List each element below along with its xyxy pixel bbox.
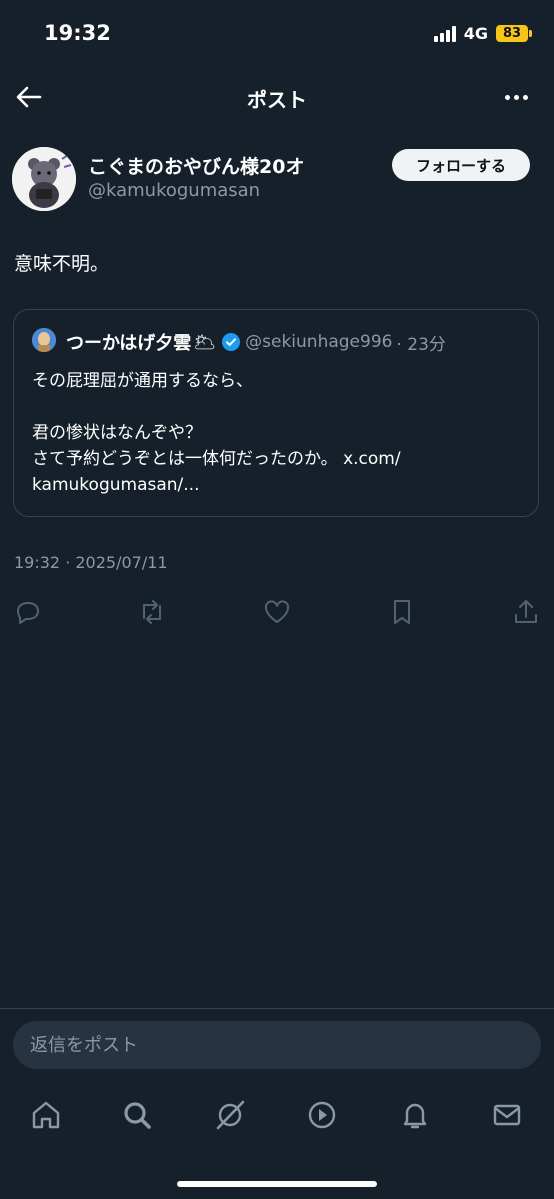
reply-icon[interactable] <box>13 597 43 627</box>
post-text: 意味不明。 <box>14 253 110 275</box>
repost-icon[interactable] <box>137 597 167 627</box>
quoted-text: その屁理屈が通用するなら、 君の惨状はなんぞや？ さて予約どうぞとは一体何だった… <box>32 368 522 498</box>
home-indicator <box>177 1181 377 1187</box>
quoted-line: さて予約どうぞとは一体何だったのか。 x.com/ <box>32 449 401 469</box>
divider <box>0 1008 554 1009</box>
like-icon[interactable] <box>262 597 292 627</box>
quoted-post[interactable]: つーかはげ夕雲 🌥 @sekiunhage996 · 23分 その屁理屈が通用す… <box>13 309 539 517</box>
user-handle[interactable]: @kamukogumasan <box>88 180 260 201</box>
network-label: 4G <box>463 24 488 43</box>
battery-level: 83 <box>496 25 528 42</box>
post-timestamp: 19:32 · 2025/07/11 <box>14 553 168 572</box>
quoted-time: · 23分 <box>396 334 446 355</box>
follow-button[interactable]: フォローする <box>392 149 530 181</box>
quoted-line: kamukogumasan/... <box>32 475 200 495</box>
search-icon[interactable] <box>120 1098 154 1132</box>
battery-icon: 83 <box>496 25 532 42</box>
weather-emoji: 🌥 <box>193 331 217 353</box>
more-options-icon[interactable] <box>505 95 528 100</box>
video-icon[interactable] <box>305 1098 339 1132</box>
bookmark-icon[interactable] <box>387 597 417 627</box>
status-indicators: 4G 83 <box>433 24 532 43</box>
quoted-avatar[interactable] <box>32 328 56 352</box>
quoted-line: 君の惨状はなんぞや？ <box>32 423 202 443</box>
messages-icon[interactable] <box>490 1098 524 1132</box>
quoted-header: つーかはげ夕雲 🌥 @sekiunhage996 · 23分 <box>66 329 446 355</box>
page-title: ポスト <box>247 88 307 112</box>
quoted-line <box>32 394 522 420</box>
home-icon[interactable] <box>29 1098 63 1132</box>
grok-icon[interactable] <box>213 1098 247 1132</box>
quoted-line: その屁理屈が通用するなら、 <box>32 371 253 391</box>
quoted-display-name[interactable]: つーかはげ夕雲 <box>66 329 191 355</box>
reply-input[interactable] <box>13 1021 541 1069</box>
verified-badge-icon <box>221 332 241 352</box>
avatar[interactable] <box>12 147 76 211</box>
display-name[interactable]: こぐまのおやびん様20オ <box>88 152 304 179</box>
share-icon[interactable] <box>511 597 541 627</box>
notifications-icon[interactable] <box>398 1098 432 1132</box>
status-time: 19:32 <box>44 21 111 45</box>
signal-icon <box>433 25 456 42</box>
quoted-handle[interactable]: @sekiunhage996 <box>245 332 392 352</box>
